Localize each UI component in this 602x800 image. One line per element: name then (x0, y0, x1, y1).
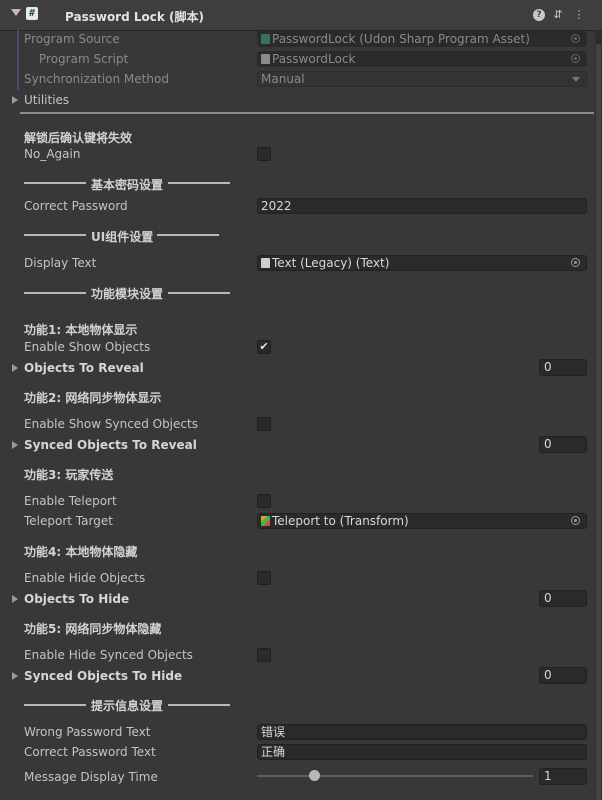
synced-objects-to-hide-foldout[interactable]: Synced Objects To Hide (24, 669, 182, 683)
no-again-checkbox[interactable] (257, 147, 271, 161)
correct-password-input[interactable]: 2022 (257, 198, 587, 214)
enable-hide-synced-objects-label: Enable Hide Synced Objects (24, 648, 193, 662)
objects-to-hide-foldout[interactable]: Objects To Hide (24, 592, 129, 606)
feature5-header: 功能5: 网络同步物体隐藏 (24, 622, 162, 636)
sync-method-value: Manual (261, 72, 305, 86)
program-script-label: Program Script (39, 52, 129, 66)
section-line-right (168, 182, 230, 184)
program-script-value: PasswordLock (272, 52, 356, 66)
section-line-right (168, 704, 230, 706)
enable-show-synced-objects-label: Enable Show Synced Objects (24, 417, 198, 431)
indent-bar (17, 30, 19, 90)
enable-show-objects-label: Enable Show Objects (24, 340, 151, 354)
message-display-time-input[interactable]: 1 (539, 768, 587, 785)
section-title-messages: 提示信息设置 (91, 699, 164, 713)
enable-hide-objects-checkbox[interactable] (257, 571, 271, 585)
feature4-header: 功能4: 本地物体隐藏 (24, 545, 138, 559)
objects-to-reveal-foldout-arrow-icon[interactable] (12, 364, 18, 372)
component-title: Password Lock (脚本) (65, 10, 205, 24)
synced-objects-to-hide-foldout-arrow-icon[interactable] (12, 672, 18, 680)
synced-objects-to-hide-size[interactable]: 0 (539, 667, 587, 684)
section-line-left (24, 182, 86, 184)
display-text-field[interactable]: Text (Legacy) (Text) (257, 255, 587, 271)
message-display-time-label: Message Display Time (24, 770, 158, 784)
enable-teleport-checkbox[interactable] (257, 494, 271, 508)
correct-password-text-value: 正确 (261, 745, 286, 759)
program-source-value: PasswordLock (Udon Sharp Program Asset) (272, 32, 530, 46)
teleport-target-value: Teleport to (Transform) (272, 514, 409, 528)
program-script-field[interactable]: PasswordLock (257, 51, 587, 67)
object-picker-icon[interactable] (571, 516, 580, 525)
utilities-foldout[interactable]: Utilities (24, 93, 69, 107)
synced-objects-to-reveal-foldout[interactable]: Synced Objects To Reveal (24, 438, 197, 452)
message-display-time-slider-handle[interactable] (309, 770, 321, 781)
section-line-right (168, 292, 230, 294)
checkmark-icon: ✔ (259, 340, 269, 353)
feature3-header: 功能3: 玩家传送 (24, 468, 114, 482)
object-picker-icon[interactable] (571, 34, 580, 43)
section-title-modules: 功能模块设置 (91, 287, 164, 301)
object-picker-icon[interactable] (571, 258, 580, 267)
correct-password-value: 2022 (261, 199, 292, 213)
enable-hide-synced-objects-checkbox[interactable] (257, 648, 271, 662)
correct-password-text-input[interactable]: 正确 (257, 744, 587, 760)
display-text-value: Text (Legacy) (Text) (272, 256, 390, 270)
sync-method-label: Synchronization Method (24, 72, 169, 86)
feature1-header: 功能1: 本地物体显示 (24, 323, 138, 337)
teleport-target-field[interactable]: Teleport to (Transform) (257, 513, 587, 529)
sync-method-dropdown[interactable]: Manual (257, 71, 587, 87)
teleport-target-label: Teleport Target (24, 514, 113, 528)
scrollbar[interactable] (595, 30, 602, 800)
udon-asset-icon (261, 34, 270, 44)
object-picker-icon[interactable] (571, 54, 580, 63)
no-again-label: No_Again (24, 147, 81, 161)
section-line-right (157, 234, 219, 236)
objects-to-reveal-foldout[interactable]: Objects To Reveal (24, 361, 144, 375)
collapse-arrow-icon[interactable] (11, 9, 21, 16)
wrong-password-text-value: 错误 (261, 725, 286, 739)
correct-password-text-label: Correct Password Text (24, 745, 156, 759)
scrollbar-thumb[interactable] (596, 44, 601, 800)
section-title-basic: 基本密码设置 (91, 178, 164, 192)
cs-file-icon (261, 54, 270, 64)
section-line-left (24, 704, 86, 706)
udon-script-icon: # (26, 7, 38, 20)
synced-objects-to-reveal-size[interactable]: 0 (539, 436, 587, 453)
synced-objects-to-reveal-foldout-arrow-icon[interactable] (12, 441, 18, 449)
objects-to-hide-size[interactable]: 0 (539, 590, 587, 607)
feature2-header: 功能2: 网络同步物体显示 (24, 391, 162, 405)
enable-teleport-label: Enable Teleport (24, 494, 117, 508)
program-source-field[interactable]: PasswordLock (Udon Sharp Program Asset) (257, 31, 587, 47)
wrong-password-text-label: Wrong Password Text (24, 725, 151, 739)
chevron-down-icon (572, 77, 580, 82)
section-title-ui: UI组件设置 (91, 230, 154, 244)
text-component-icon (261, 258, 270, 268)
enable-show-objects-checkbox[interactable]: ✔ (257, 340, 271, 354)
component-header[interactable]: # Password Lock (脚本) ? ⇵ ⋮ (0, 0, 602, 31)
section-separator (20, 112, 594, 114)
message-display-time-slider-track[interactable] (257, 775, 533, 777)
section-line-left (24, 292, 86, 294)
objects-to-hide-foldout-arrow-icon[interactable] (12, 595, 18, 603)
help-icon[interactable]: ? (533, 9, 545, 21)
correct-password-label: Correct Password (24, 199, 128, 213)
section-line-left (24, 234, 86, 236)
no-again-header: 解锁后确认键将失效 (24, 131, 133, 145)
utilities-foldout-arrow-icon[interactable] (12, 96, 18, 104)
wrong-password-text-input[interactable]: 错误 (257, 724, 587, 740)
enable-show-synced-objects-checkbox[interactable] (257, 417, 271, 431)
transform-icon (261, 516, 270, 526)
objects-to-reveal-size[interactable]: 0 (539, 359, 587, 376)
enable-hide-objects-label: Enable Hide Objects (24, 571, 146, 585)
kebab-menu-icon[interactable]: ⋮ (572, 8, 586, 22)
display-text-label: Display Text (24, 256, 97, 270)
program-source-label: Program Source (24, 32, 120, 46)
presets-icon[interactable]: ⇵ (551, 8, 565, 22)
